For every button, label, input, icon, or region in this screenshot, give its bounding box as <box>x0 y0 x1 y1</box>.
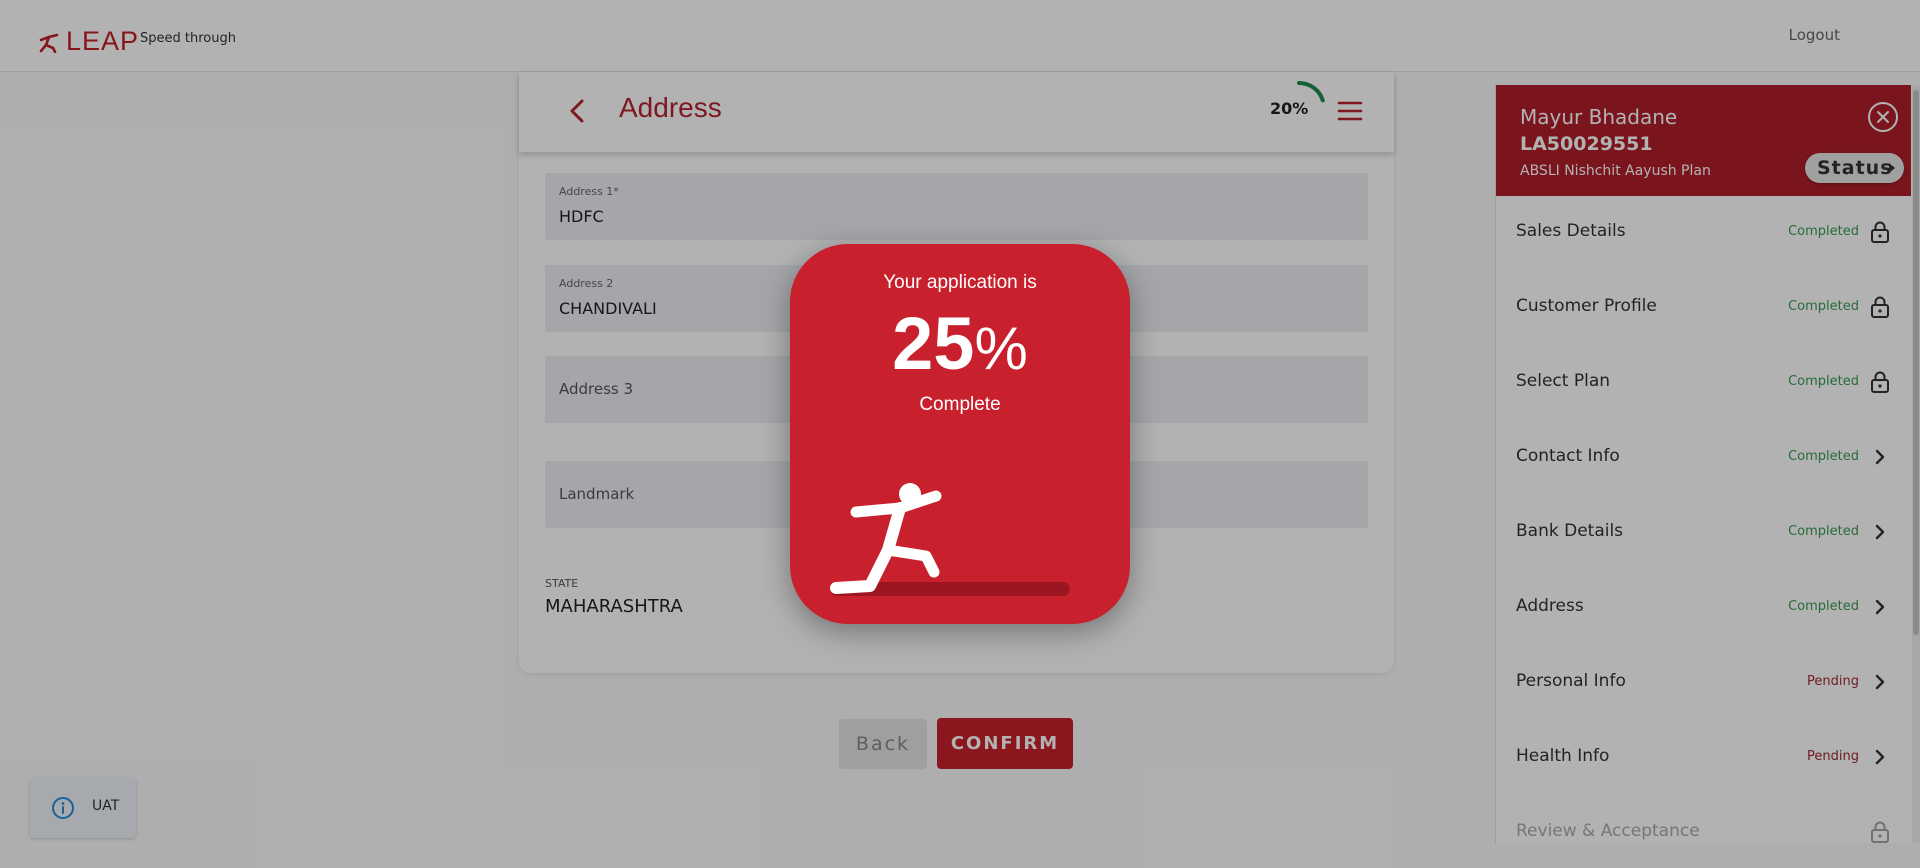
progress-modal: Your application is 25% Complete <box>790 244 1130 624</box>
modal-percent-sign: % <box>974 315 1028 382</box>
modal-percent: 25% <box>790 304 1130 389</box>
modal-intro-text: Your application is <box>883 272 1037 293</box>
modal-complete-text: Complete <box>919 394 1001 415</box>
runner-icon <box>830 483 942 594</box>
modal-percent-value: 25 <box>892 302 975 385</box>
